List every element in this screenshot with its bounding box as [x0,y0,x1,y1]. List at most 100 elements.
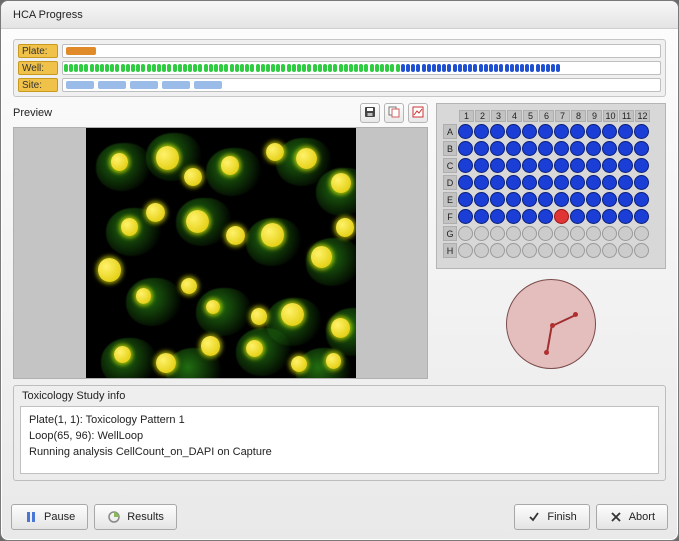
well-E7[interactable] [554,192,569,207]
well-A7[interactable] [554,124,569,139]
well-D1[interactable] [458,175,473,190]
well-F6[interactable] [538,209,553,224]
preview-snapshot-button[interactable] [408,103,428,123]
well-H7[interactable] [554,243,569,258]
well-D8[interactable] [570,175,585,190]
well-C7[interactable] [554,158,569,173]
well-F5[interactable] [522,209,537,224]
well-H1[interactable] [458,243,473,258]
well-G12[interactable] [634,226,649,241]
well-F12[interactable] [634,209,649,224]
preview-image[interactable] [86,128,356,378]
well-F3[interactable] [490,209,505,224]
well-A12[interactable] [634,124,649,139]
well-C6[interactable] [538,158,553,173]
well-B1[interactable] [458,141,473,156]
well-D3[interactable] [490,175,505,190]
well-A2[interactable] [474,124,489,139]
well-E1[interactable] [458,192,473,207]
well-G1[interactable] [458,226,473,241]
well-G7[interactable] [554,226,569,241]
preview-copy-button[interactable] [384,103,404,123]
well-D10[interactable] [602,175,617,190]
well-C4[interactable] [506,158,521,173]
well-G4[interactable] [506,226,521,241]
well-F2[interactable] [474,209,489,224]
well-H11[interactable] [618,243,633,258]
abort-button[interactable]: Abort [596,504,668,530]
well-D11[interactable] [618,175,633,190]
well-A5[interactable] [522,124,537,139]
well-E11[interactable] [618,192,633,207]
well-C3[interactable] [490,158,505,173]
well-E10[interactable] [602,192,617,207]
well-H4[interactable] [506,243,521,258]
well-C9[interactable] [586,158,601,173]
well-A8[interactable] [570,124,585,139]
well-F10[interactable] [602,209,617,224]
well-H12[interactable] [634,243,649,258]
well-F1[interactable] [458,209,473,224]
well-F7[interactable] [554,209,569,224]
well-D6[interactable] [538,175,553,190]
preview-save-button[interactable] [360,103,380,123]
well-B4[interactable] [506,141,521,156]
well-B7[interactable] [554,141,569,156]
well-E3[interactable] [490,192,505,207]
well-B9[interactable] [586,141,601,156]
well-H10[interactable] [602,243,617,258]
well-B6[interactable] [538,141,553,156]
well-C1[interactable] [458,158,473,173]
well-B10[interactable] [602,141,617,156]
well-B3[interactable] [490,141,505,156]
well-F4[interactable] [506,209,521,224]
well-G3[interactable] [490,226,505,241]
well-A3[interactable] [490,124,505,139]
well-C2[interactable] [474,158,489,173]
well-B2[interactable] [474,141,489,156]
well-E6[interactable] [538,192,553,207]
well-B8[interactable] [570,141,585,156]
well-E4[interactable] [506,192,521,207]
well-A4[interactable] [506,124,521,139]
well-G11[interactable] [618,226,633,241]
well-D12[interactable] [634,175,649,190]
well-D7[interactable] [554,175,569,190]
well-C5[interactable] [522,158,537,173]
well-A1[interactable] [458,124,473,139]
well-H3[interactable] [490,243,505,258]
well-A6[interactable] [538,124,553,139]
well-E12[interactable] [634,192,649,207]
well-F11[interactable] [618,209,633,224]
well-G6[interactable] [538,226,553,241]
finish-button[interactable]: Finish [514,504,589,530]
well-F8[interactable] [570,209,585,224]
well-F9[interactable] [586,209,601,224]
well-B11[interactable] [618,141,633,156]
well-A11[interactable] [618,124,633,139]
well-G9[interactable] [586,226,601,241]
well-E9[interactable] [586,192,601,207]
well-G8[interactable] [570,226,585,241]
well-E8[interactable] [570,192,585,207]
well-G5[interactable] [522,226,537,241]
well-D5[interactable] [522,175,537,190]
well-H2[interactable] [474,243,489,258]
well-D9[interactable] [586,175,601,190]
well-E2[interactable] [474,192,489,207]
site-circle[interactable] [506,279,596,369]
well-C8[interactable] [570,158,585,173]
well-D2[interactable] [474,175,489,190]
pause-button[interactable]: Pause [11,504,88,530]
well-B12[interactable] [634,141,649,156]
well-E5[interactable] [522,192,537,207]
well-G10[interactable] [602,226,617,241]
well-H8[interactable] [570,243,585,258]
well-B5[interactable] [522,141,537,156]
well-H9[interactable] [586,243,601,258]
well-C11[interactable] [618,158,633,173]
well-A10[interactable] [602,124,617,139]
well-H5[interactable] [522,243,537,258]
results-button[interactable]: Results [94,504,177,530]
well-C10[interactable] [602,158,617,173]
